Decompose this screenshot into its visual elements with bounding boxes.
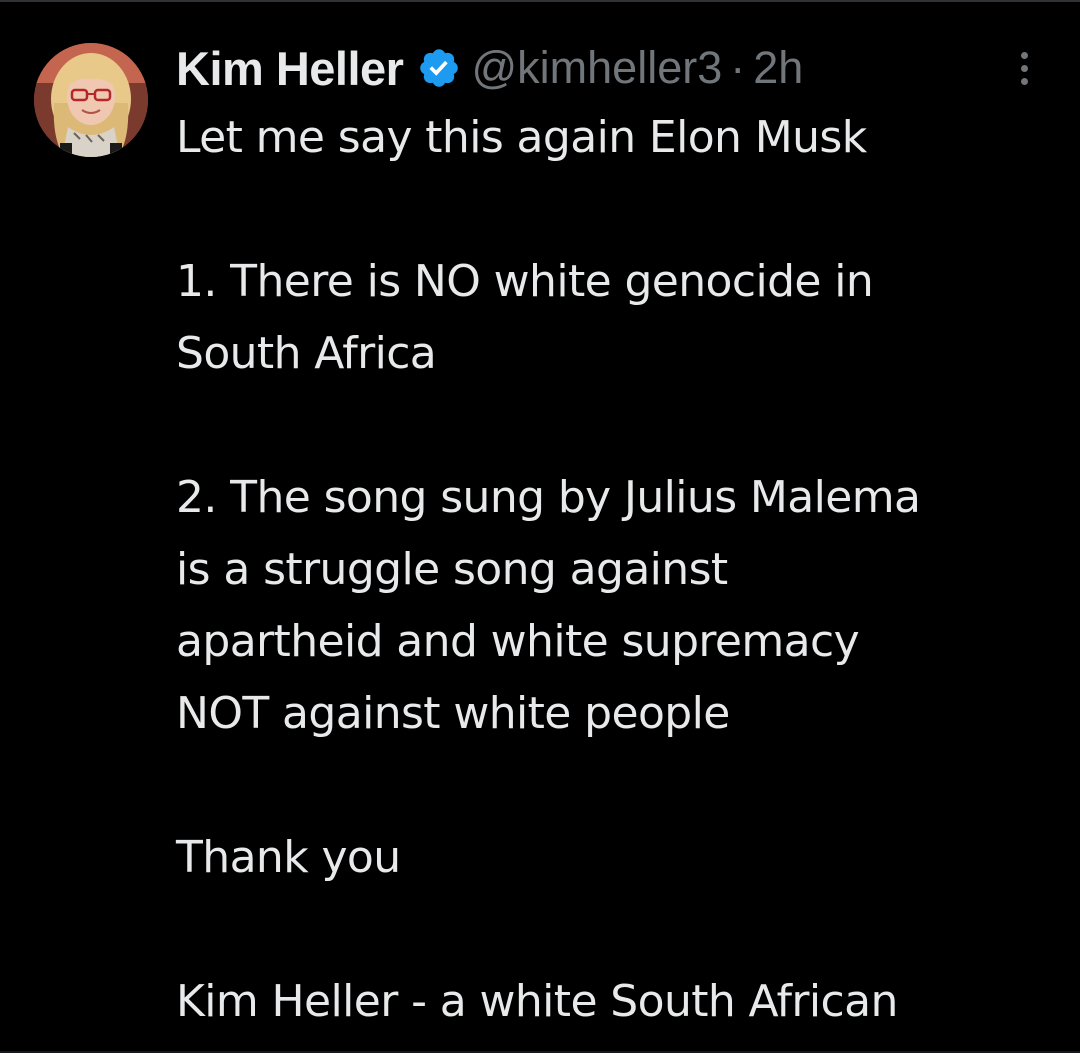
tweet-line: apartheid and white supremacy [176,616,860,667]
tweet-line: 1. There is NO white genocide in [176,256,874,307]
verified-badge-icon[interactable] [417,46,461,90]
avatar-image [34,43,148,157]
more-dot [1020,51,1028,59]
avatar[interactable] [34,43,148,157]
top-divider [0,0,1080,2]
author-handle[interactable]: @kimheller3 [471,42,722,94]
tweet-line: Kim Heller - a white South African [176,976,898,1027]
author-display-name[interactable]: Kim Heller [176,41,404,96]
tweet-header: Kim Heller @kimheller3 · 2h [176,38,803,98]
tweet-line: 2. The song sung by Julius Malema [176,472,921,523]
more-options-icon[interactable] [1004,46,1044,90]
tweet-timestamp[interactable]: 2h [753,42,803,94]
header-separator: · [730,42,746,93]
tweet-line: is a struggle song against [176,544,728,595]
tweet-line: NOT against white people [176,688,730,739]
tweet-text: Let me say this again Elon Musk 1. There… [176,102,1056,1038]
more-dot [1020,64,1028,72]
tweet-line: South Africa [176,328,437,379]
tweet-line: Let me say this again Elon Musk [176,112,867,163]
tweet-line: Thank you [176,832,401,883]
more-dot [1020,77,1028,85]
